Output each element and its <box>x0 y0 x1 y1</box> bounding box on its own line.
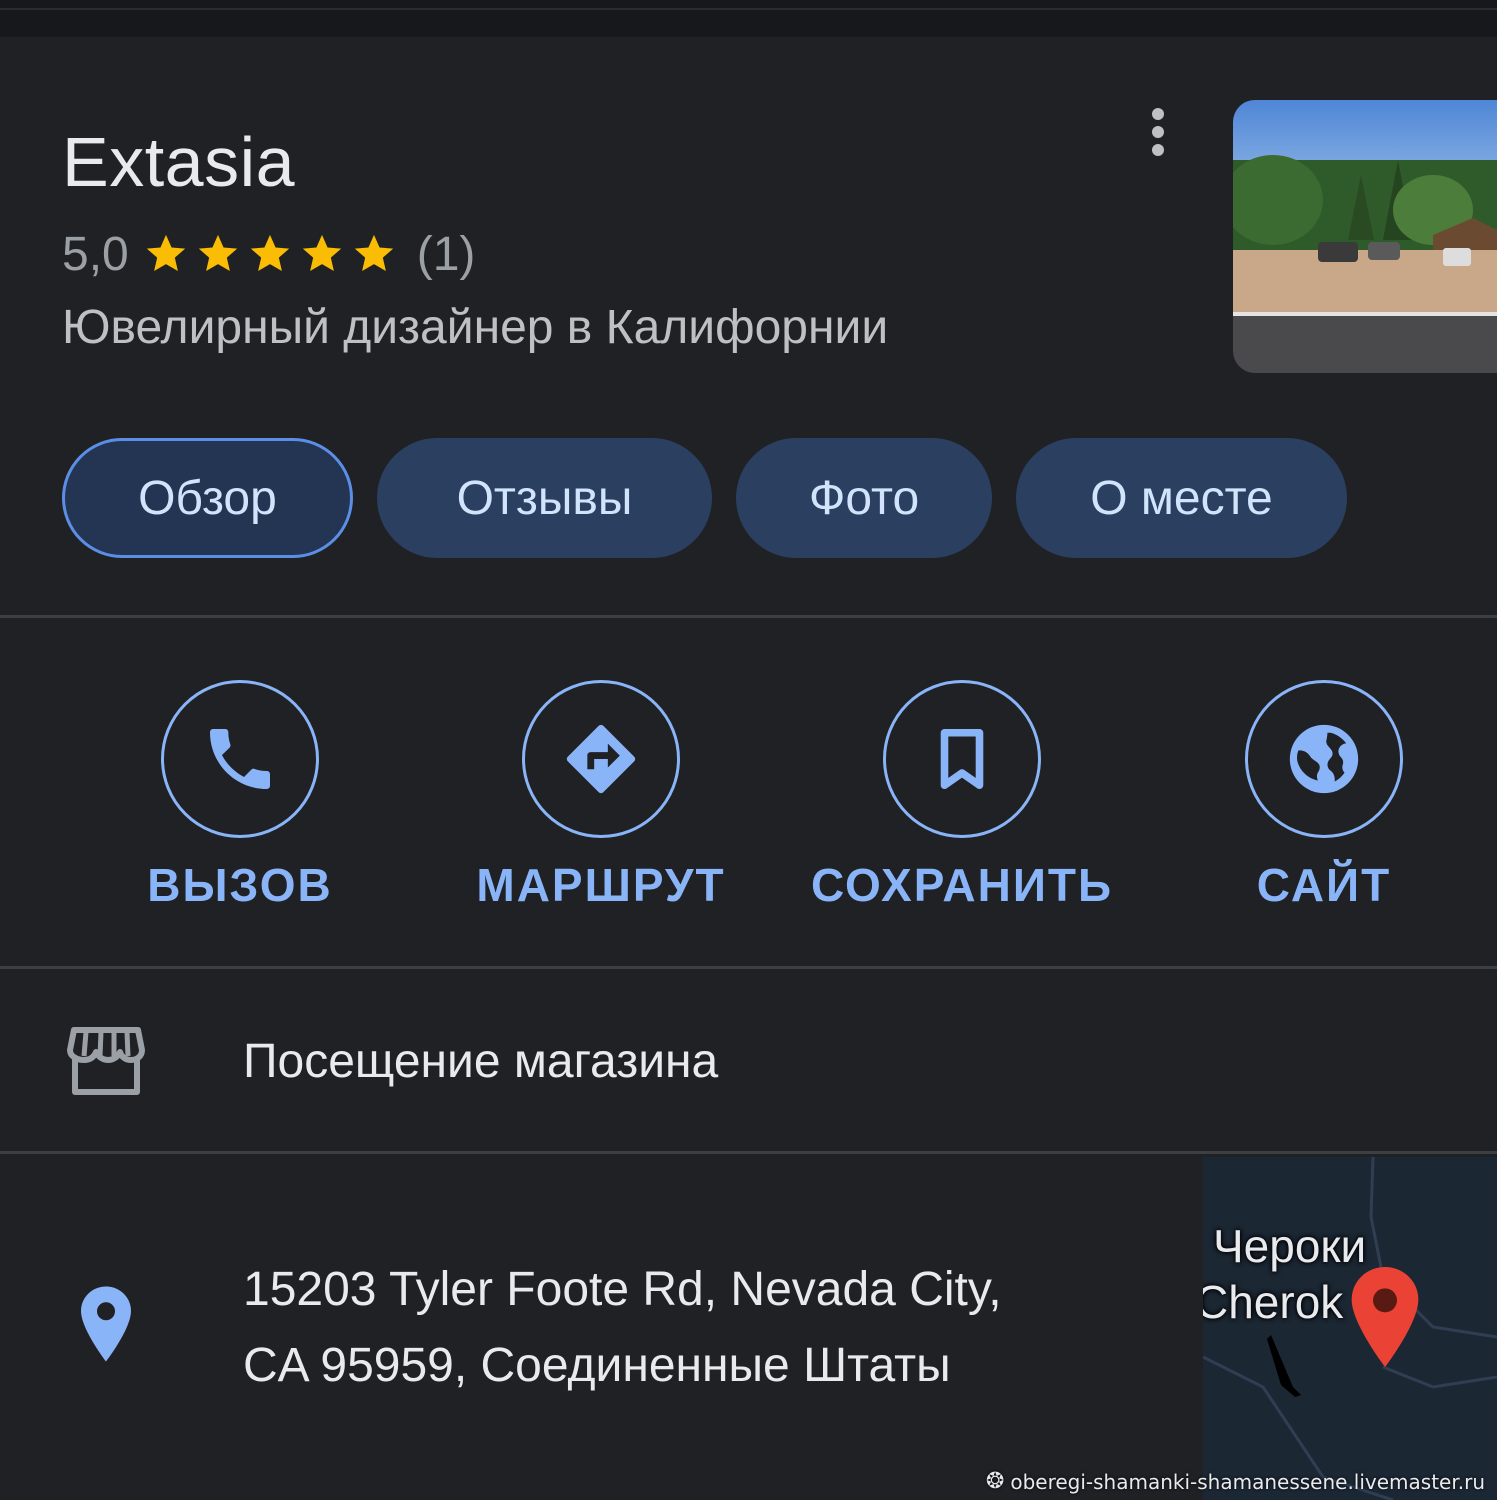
save-label: СОХРАНИТЬ <box>810 859 1114 911</box>
call-label: ВЫЗОВ <box>147 859 333 911</box>
tab-overview[interactable]: Обзор <box>62 438 353 558</box>
store-icon <box>67 1027 145 1095</box>
star-icon <box>302 234 341 272</box>
place-category: Ювелирный дизайнер в Калифорнии <box>62 301 889 354</box>
tab-photos[interactable]: Фото <box>736 438 992 558</box>
bookmark-icon <box>940 728 984 790</box>
divider <box>0 1151 1497 1154</box>
watermark: ❂ oberegi-shamanki-shamanessene.livemast… <box>986 1469 1485 1494</box>
place-photo-thumbnail[interactable] <box>1233 100 1497 373</box>
address-line-2: CA 95959, Соединенные Штаты <box>243 1339 951 1392</box>
rating-stars <box>143 231 403 277</box>
store-visit-text[interactable]: Посещение магазина <box>243 1034 718 1089</box>
website-label: САЙТ <box>1256 859 1392 911</box>
divider <box>0 615 1497 618</box>
rating-value: 5,0 <box>62 227 129 281</box>
map-pin-icon <box>1351 1267 1419 1367</box>
star-icon <box>198 234 237 272</box>
tab-about[interactable]: О месте <box>1016 438 1347 558</box>
address-text[interactable]: 15203 Tyler Foote Rd, Nevada City, CA 95… <box>243 1252 1002 1404</box>
tab-reviews[interactable]: Отзывы <box>377 438 712 558</box>
map-label-ru: Чероки <box>1213 1220 1367 1272</box>
location-pin-icon <box>81 1286 131 1362</box>
directions-action[interactable]: МАРШРУТ <box>401 680 801 912</box>
website-action[interactable]: САЙТ <box>1124 680 1497 912</box>
mini-map[interactable]: Чероки Cherok <box>1203 1157 1497 1500</box>
address-line-1: 15203 Tyler Foote Rd, Nevada City, <box>243 1263 1002 1316</box>
more-vert-icon[interactable] <box>1140 104 1176 160</box>
tab-bar: Обзор Отзывы Фото О месте <box>62 438 1371 558</box>
divider <box>0 966 1497 969</box>
call-action[interactable]: ВЫЗОВ <box>40 680 440 912</box>
watermark-text: oberegi-shamanki-shamanessene.livemaster… <box>1010 1469 1485 1494</box>
save-action[interactable]: СОХРАНИТЬ <box>762 680 1162 912</box>
directions-label: МАРШРУТ <box>476 859 726 911</box>
place-title: Extasia <box>62 123 296 201</box>
watermark-logo-icon: ❂ <box>985 1469 1005 1494</box>
rating-row[interactable]: 5,0 (1) <box>62 226 475 282</box>
review-count: (1) <box>416 227 476 281</box>
save-button[interactable] <box>883 680 1041 838</box>
star-icon <box>146 234 185 272</box>
top-bar <box>0 0 1497 37</box>
star-icon <box>250 234 289 272</box>
globe-icon <box>1289 724 1359 794</box>
website-button[interactable] <box>1245 680 1403 838</box>
map-label-en: Cherok <box>1203 1276 1344 1328</box>
star-icon <box>354 234 393 272</box>
phone-icon <box>210 729 270 789</box>
directions-icon <box>566 724 636 794</box>
call-button[interactable] <box>161 680 319 838</box>
directions-button[interactable] <box>522 680 680 838</box>
